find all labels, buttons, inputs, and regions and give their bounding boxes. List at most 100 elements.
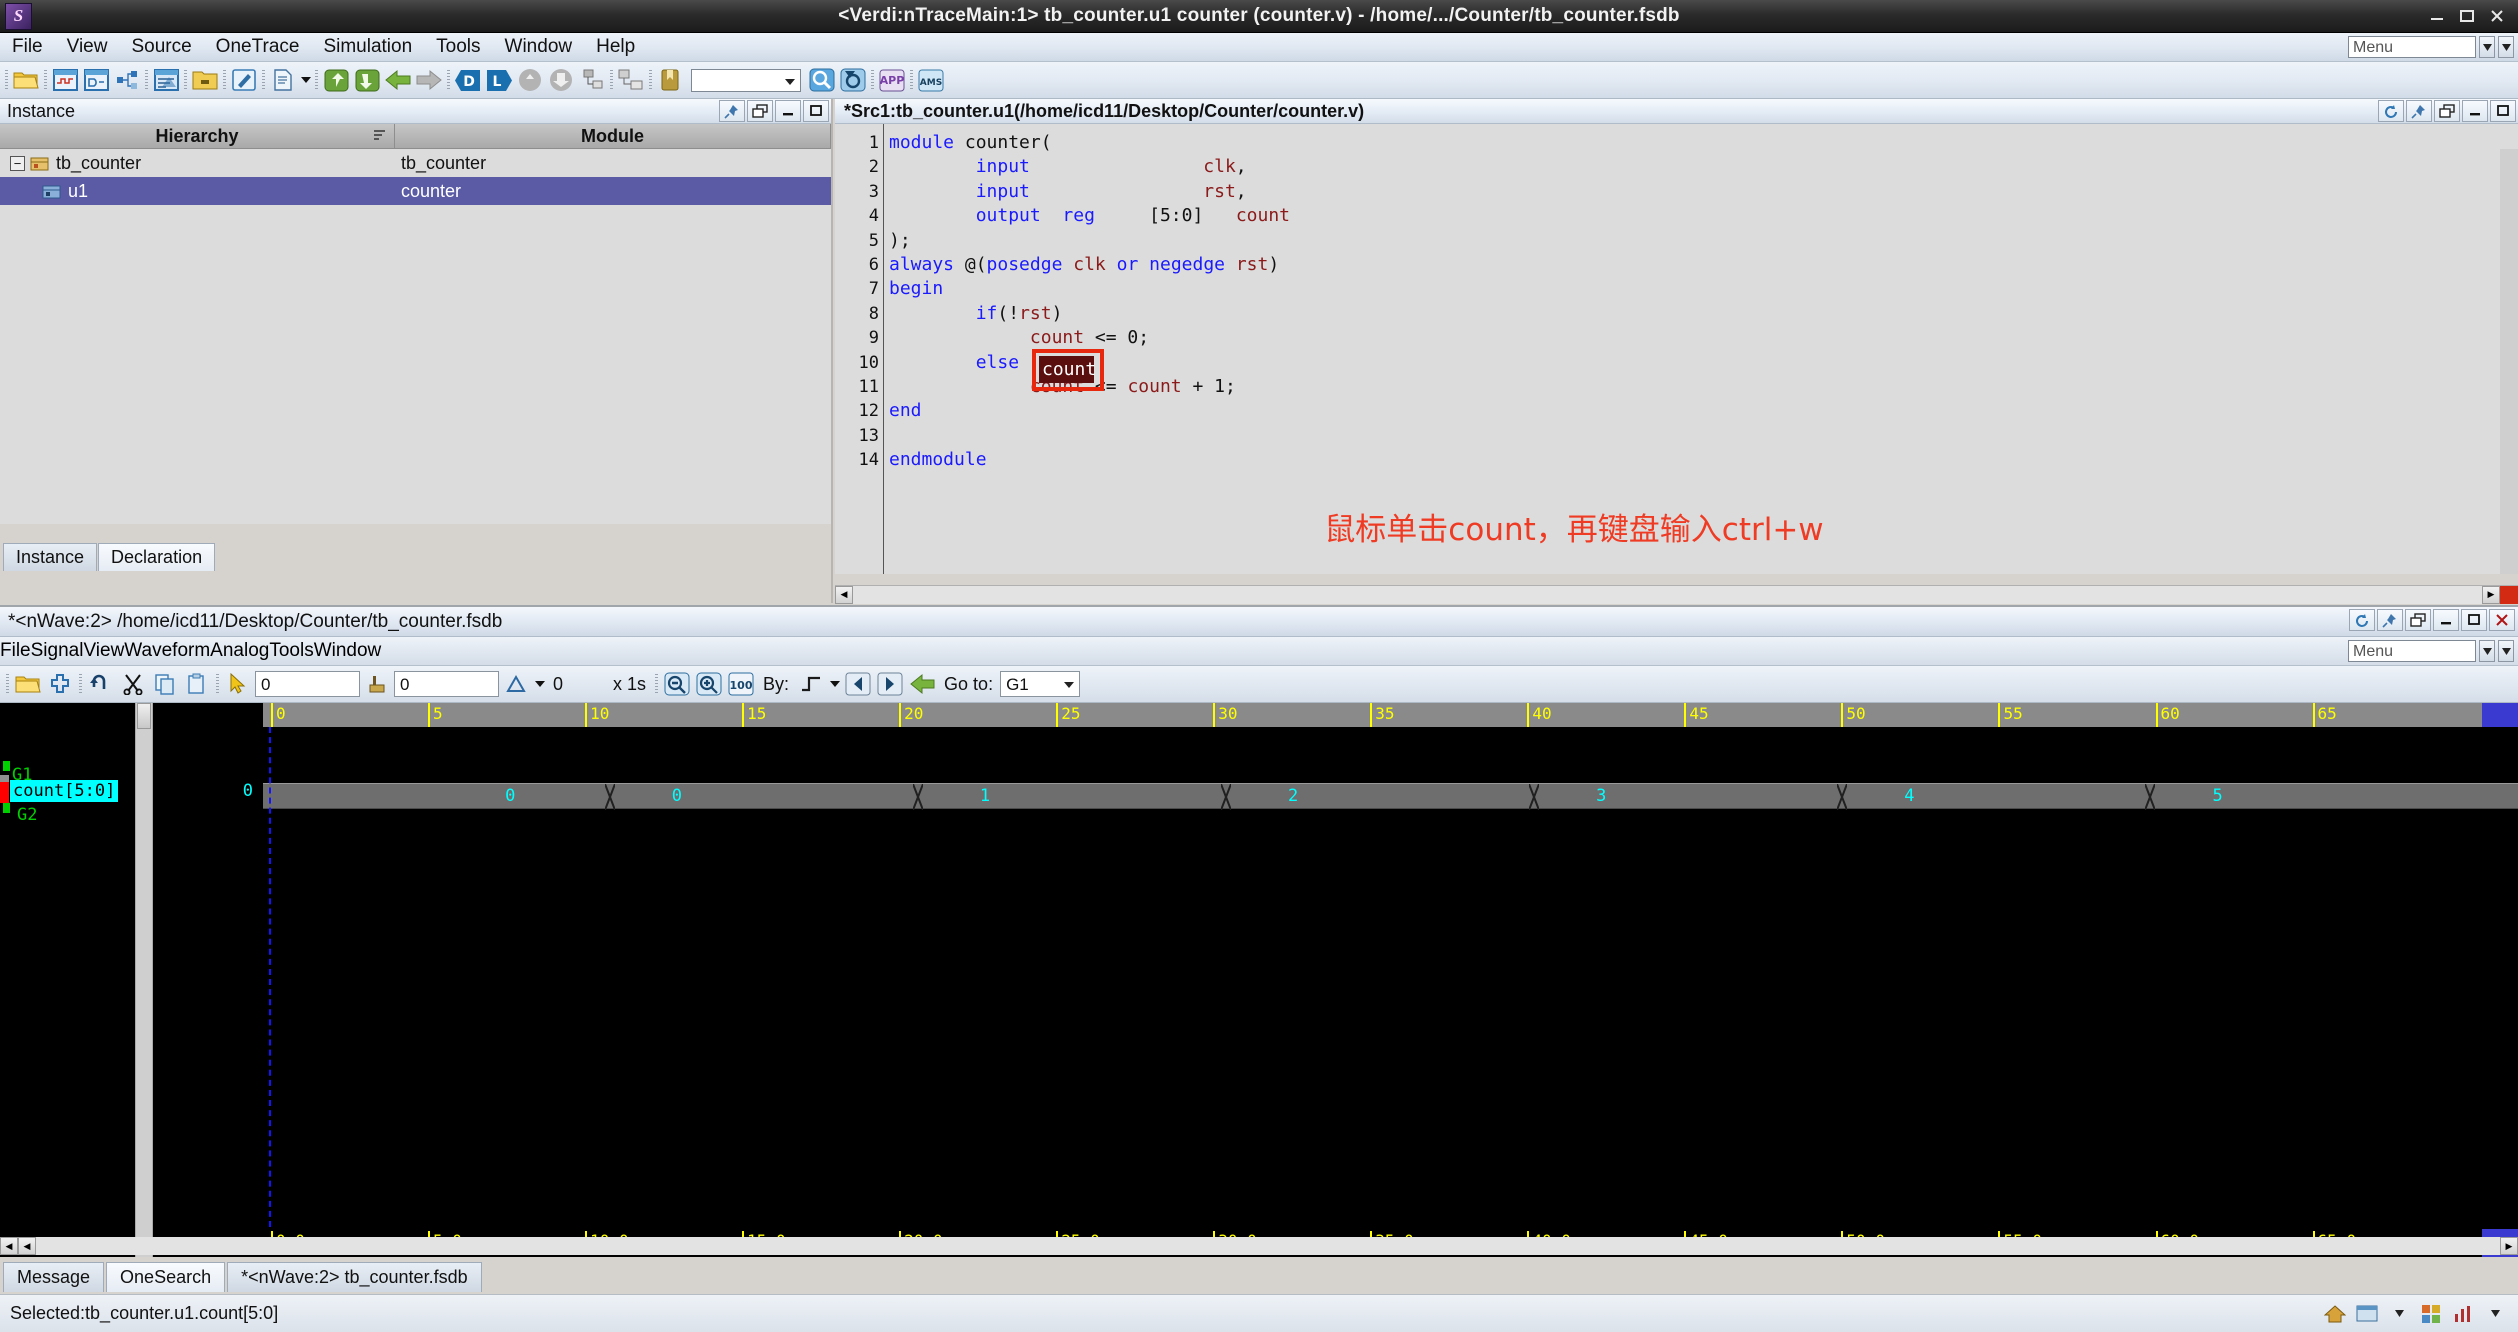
source-window-icon[interactable] xyxy=(151,65,181,95)
wave-menu-dropdown-icon[interactable] xyxy=(2479,640,2495,662)
edge-icon[interactable] xyxy=(796,669,826,699)
time-input-2[interactable]: 0 xyxy=(394,671,499,697)
selected-identifier-highlight[interactable]: count xyxy=(1039,356,1094,383)
signal-name-pane[interactable]: G1 count[5:0] G2 xyxy=(0,703,135,1257)
marker-icon[interactable] xyxy=(362,669,392,699)
scroll-left2-icon[interactable]: ◀ xyxy=(18,1237,36,1255)
toolbar-search-combo[interactable] xyxy=(691,69,801,92)
minimize-icon[interactable] xyxy=(2433,609,2459,631)
column-header-hierarchy[interactable]: Hierarchy xyxy=(0,124,395,148)
search-icon[interactable] xyxy=(807,65,837,95)
minimize-icon[interactable] xyxy=(775,100,801,122)
refresh-icon[interactable] xyxy=(2349,609,2375,631)
signal-label-count[interactable]: count[5:0] xyxy=(10,781,118,801)
cut-icon[interactable] xyxy=(118,669,148,699)
scrollbar-thumb[interactable] xyxy=(137,703,151,729)
code-line[interactable] xyxy=(884,424,2518,448)
maximize-icon[interactable] xyxy=(803,100,829,122)
cursor-g1[interactable] xyxy=(269,727,271,1227)
maximize-icon[interactable] xyxy=(2490,100,2516,122)
tab-nwave[interactable]: *<nWave:2> tb_counter.fsdb xyxy=(227,1262,482,1292)
menu-search-input[interactable]: Menu xyxy=(2348,36,2476,58)
minimize-icon[interactable] xyxy=(2462,100,2488,122)
up-circle-icon[interactable] xyxy=(515,65,545,95)
close-icon[interactable] xyxy=(2489,609,2515,631)
pointer-icon[interactable] xyxy=(223,669,253,699)
wave-menu-item-file[interactable]: File xyxy=(0,640,31,662)
refresh-icon[interactable] xyxy=(2378,100,2404,122)
menu-expand-icon[interactable] xyxy=(2498,36,2514,58)
menu-item-onetrace[interactable]: OneTrace xyxy=(204,34,312,60)
scroll-right-icon[interactable]: ▶ xyxy=(2500,1237,2518,1255)
app-icon[interactable]: APP xyxy=(877,65,907,95)
window-icon[interactable] xyxy=(2354,1302,2380,1326)
dropdown-icon[interactable] xyxy=(2386,1302,2412,1326)
code-line[interactable]: count <= count + 1; xyxy=(884,375,2518,399)
prev-icon[interactable] xyxy=(843,669,873,699)
code-line[interactable]: end xyxy=(884,399,2518,423)
zoom-out-icon[interactable] xyxy=(662,669,692,699)
close-icon[interactable] xyxy=(2489,9,2505,23)
undock-icon[interactable] xyxy=(747,100,773,122)
wave-horizontal-scrollbar[interactable]: ◀ ◀ ▶ xyxy=(0,1237,2518,1255)
bus-waveform-row[interactable]: 0123450 xyxy=(263,783,2518,809)
menu-item-source[interactable]: Source xyxy=(119,34,203,60)
menu-item-file[interactable]: File xyxy=(0,34,55,60)
open-folder-icon[interactable] xyxy=(11,65,41,95)
ams-icon[interactable]: AMS xyxy=(916,65,946,95)
time-input-1[interactable]: 0 xyxy=(255,671,360,697)
load-folder-icon[interactable] xyxy=(190,65,220,95)
wave-menu-item-analog[interactable]: Analog xyxy=(210,640,269,662)
dropdown-icon[interactable] xyxy=(2482,1302,2508,1326)
tab-declaration[interactable]: Declaration xyxy=(98,543,215,571)
tab-instance[interactable]: Instance xyxy=(3,543,97,571)
back-arrow-icon[interactable] xyxy=(383,65,413,95)
scroll-right-icon[interactable]: ▶ xyxy=(2482,586,2500,604)
bookmark-icon[interactable] xyxy=(655,65,685,95)
sort-icon[interactable] xyxy=(373,129,386,141)
wave-menu-item-waveform[interactable]: Waveform xyxy=(124,640,210,662)
zoom-in-icon[interactable] xyxy=(694,669,724,699)
source-vertical-scrollbar[interactable] xyxy=(2500,149,2518,574)
wave-menu-item-view[interactable]: View xyxy=(83,640,124,662)
scroll-left-icon[interactable]: ◀ xyxy=(0,1237,18,1255)
scroll-track[interactable] xyxy=(36,1237,2500,1255)
next-icon[interactable] xyxy=(875,669,905,699)
edit-pencil-icon[interactable] xyxy=(229,65,259,95)
code-lines[interactable]: count 鼠标单击count，再键盘输入ctrl+w 即可将count波形在下… xyxy=(883,124,2518,574)
down-circle-icon[interactable] xyxy=(546,65,576,95)
add-signal-icon[interactable] xyxy=(45,669,75,699)
menu-item-view[interactable]: View xyxy=(55,34,120,60)
time-ruler[interactable]: 05101520253035404550556065 xyxy=(263,703,2518,727)
pin-icon[interactable] xyxy=(719,100,745,122)
schematic-icon[interactable] xyxy=(81,65,111,95)
wave-menu-search-input[interactable]: Menu xyxy=(2348,640,2476,662)
flatten-icon[interactable] xyxy=(577,65,607,95)
code-line[interactable]: count <= 0; xyxy=(884,326,2518,350)
code-line[interactable]: if(!rst) xyxy=(884,302,2518,326)
signal-pane-scrollbar[interactable] xyxy=(135,703,153,1257)
undock-icon[interactable] xyxy=(2434,100,2460,122)
maximize-icon[interactable] xyxy=(2461,609,2487,631)
wave-menu-item-tools[interactable]: Tools xyxy=(269,640,313,662)
new-file-icon[interactable] xyxy=(268,65,298,95)
edge-dropdown-icon[interactable] xyxy=(828,671,841,697)
menu-item-help[interactable]: Help xyxy=(584,34,647,60)
trace-down-icon[interactable] xyxy=(352,65,382,95)
trace-up-icon[interactable] xyxy=(321,65,351,95)
expand-icon[interactable] xyxy=(616,65,646,95)
forward-arrow-icon[interactable] xyxy=(414,65,444,95)
code-line[interactable]: input rst, xyxy=(884,180,2518,204)
scroll-track[interactable] xyxy=(853,586,2482,604)
delta-dropdown-icon[interactable] xyxy=(533,671,546,697)
search-next-icon[interactable] xyxy=(838,65,868,95)
paste-icon[interactable] xyxy=(182,669,212,699)
waveform-canvas-area[interactable]: 05101520253035404550556065 0123450 65,06… xyxy=(263,703,2518,1257)
load-icon[interactable]: L xyxy=(484,65,514,95)
source-code-view[interactable]: 1234567891011121314 count 鼠标单击count，再键盘输… xyxy=(835,124,2518,574)
code-line[interactable]: output reg [5:0] count xyxy=(884,204,2518,228)
zoom-fit-icon[interactable]: 100 xyxy=(726,669,756,699)
delta-icon[interactable] xyxy=(501,669,531,699)
menu-dropdown-icon[interactable] xyxy=(2479,36,2495,58)
tree-expander-icon[interactable]: − xyxy=(10,156,25,171)
